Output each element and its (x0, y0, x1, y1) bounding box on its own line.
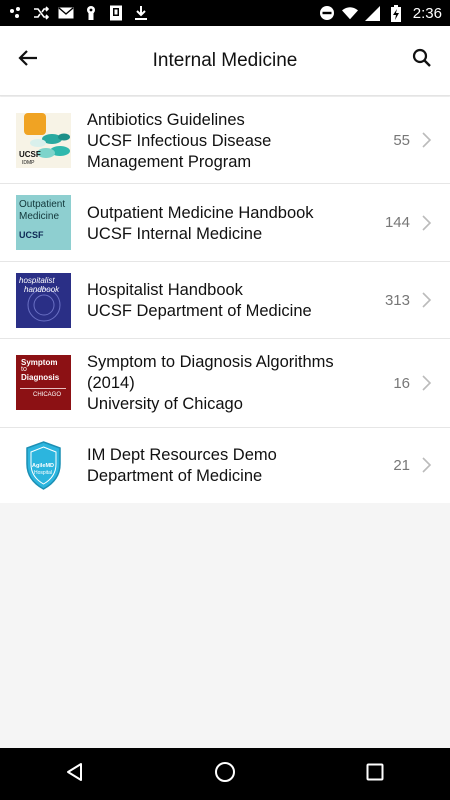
chevron-right-icon (420, 215, 432, 231)
item-title: Antibiotics Guidelines (87, 111, 245, 129)
item-count: 55 (393, 132, 410, 149)
list-item-symptom-to-diagnosis[interactable]: Symptom to Diagnosis CHICAGO Symptom to … (0, 339, 450, 428)
resource-list: UCSF IDMP Antibiotics Guidelines UCSF In… (0, 97, 450, 503)
list-item-text: Symptom to Diagnosis Algorithms (2014) U… (87, 352, 380, 415)
mail-icon (58, 5, 74, 21)
list-item-antibiotics-guidelines[interactable]: UCSF IDMP Antibiotics Guidelines UCSF In… (0, 97, 450, 184)
search-icon (412, 48, 432, 73)
item-count: 144 (384, 214, 410, 231)
page-title: Internal Medicine (152, 49, 298, 71)
nav-recents-button[interactable] (345, 748, 405, 800)
item-title: Hospitalist Handbook (87, 281, 243, 299)
battery-charging-icon (388, 4, 404, 22)
symptom-to-diagnosis-thumbnail: Symptom to Diagnosis CHICAGO (16, 355, 71, 410)
do-not-disturb-icon (319, 5, 335, 21)
item-subtitle: UCSF Department of Medicine (87, 302, 312, 320)
chevron-right-icon (420, 457, 432, 473)
list-item-text: Outpatient Medicine Handbook UCSF Intern… (87, 203, 380, 245)
chevron-right-icon (420, 292, 432, 308)
shuffle-icon (33, 5, 49, 21)
status-time: 2:36 (412, 4, 442, 22)
nav-home-button[interactable] (195, 748, 255, 800)
thumb-sublabel: IDMP (22, 160, 35, 166)
search-button[interactable] (394, 26, 450, 96)
list-item-text: Hospitalist Handbook UCSF Department of … (87, 280, 380, 322)
app-bar: Internal Medicine (0, 26, 450, 96)
outpatient-handbook-thumbnail: Outpatient Medicine UCSF (16, 195, 71, 250)
storage-icon (108, 5, 124, 21)
status-right-icons: 2:36 (319, 4, 442, 22)
item-count: 313 (384, 292, 410, 309)
item-title: IM Dept Resources Demo (87, 446, 277, 464)
im-dept-resources-thumbnail: AgileMD Hospital (16, 438, 71, 493)
item-subtitle: Department of Medicine (87, 467, 263, 485)
thumb-label: UCSF (19, 150, 41, 159)
arrow-left-icon (18, 49, 38, 72)
back-button[interactable] (0, 26, 56, 96)
thumb-label-3: UCSF (19, 230, 44, 240)
notification-dots-icon (8, 5, 24, 21)
thumb-label-2: to (21, 366, 27, 373)
list-item-outpatient-medicine-handbook[interactable]: Outpatient Medicine UCSF Outpatient Medi… (0, 184, 450, 262)
thumb-label-2: Medicine (19, 211, 60, 222)
chevron-right-icon (420, 375, 432, 391)
system-nav-bar (0, 748, 450, 800)
item-count: 16 (393, 375, 410, 392)
nav-back-button[interactable] (45, 748, 105, 800)
thumb-label: Outpatient (19, 199, 66, 210)
signal-icon (365, 5, 381, 21)
home-circle-icon (214, 761, 236, 788)
back-triangle-icon (65, 762, 85, 787)
status-left-icons (8, 5, 149, 21)
item-subtitle: University of Chicago (87, 395, 243, 413)
item-title-2: (2014) (87, 374, 135, 392)
thumb-divider (20, 388, 66, 389)
chevron-right-icon (420, 132, 432, 148)
download-icon (133, 5, 149, 21)
keyhole-icon (83, 5, 99, 21)
item-subtitle: UCSF Infectious Disease (87, 132, 272, 150)
item-subtitle-2: Management Program (87, 153, 252, 171)
item-count: 21 (393, 457, 410, 474)
thumb-label-3: Diagnosis (21, 373, 60, 382)
antibiotics-thumbnail: UCSF IDMP (16, 113, 71, 168)
list-item-hospitalist-handbook[interactable]: hospitalist handbook Hospitalist Handboo… (0, 262, 450, 339)
status-bar: 2:36 (0, 0, 450, 26)
list-item-text: Antibiotics Guidelines UCSF Infectious D… (87, 110, 380, 173)
wifi-icon (341, 5, 358, 21)
thumb-label: AgileMD (32, 463, 54, 469)
hospitalist-handbook-thumbnail: hospitalist handbook (16, 273, 71, 328)
item-title: Outpatient Medicine Handbook (87, 204, 314, 222)
thumb-label-4: CHICAGO (33, 392, 62, 398)
recents-square-icon (366, 763, 384, 786)
thumb-label-2: Hospital (34, 470, 53, 476)
item-subtitle: UCSF Internal Medicine (87, 225, 263, 243)
item-title: Symptom to Diagnosis Algorithms (87, 353, 334, 371)
thumb-label-2: handbook (24, 285, 60, 294)
thumb-label: hospitalist (19, 276, 55, 285)
list-item-text: IM Dept Resources Demo Department of Med… (87, 445, 380, 487)
list-item-im-dept-resources-demo[interactable]: AgileMD Hospital IM Dept Resources Demo … (0, 428, 450, 503)
